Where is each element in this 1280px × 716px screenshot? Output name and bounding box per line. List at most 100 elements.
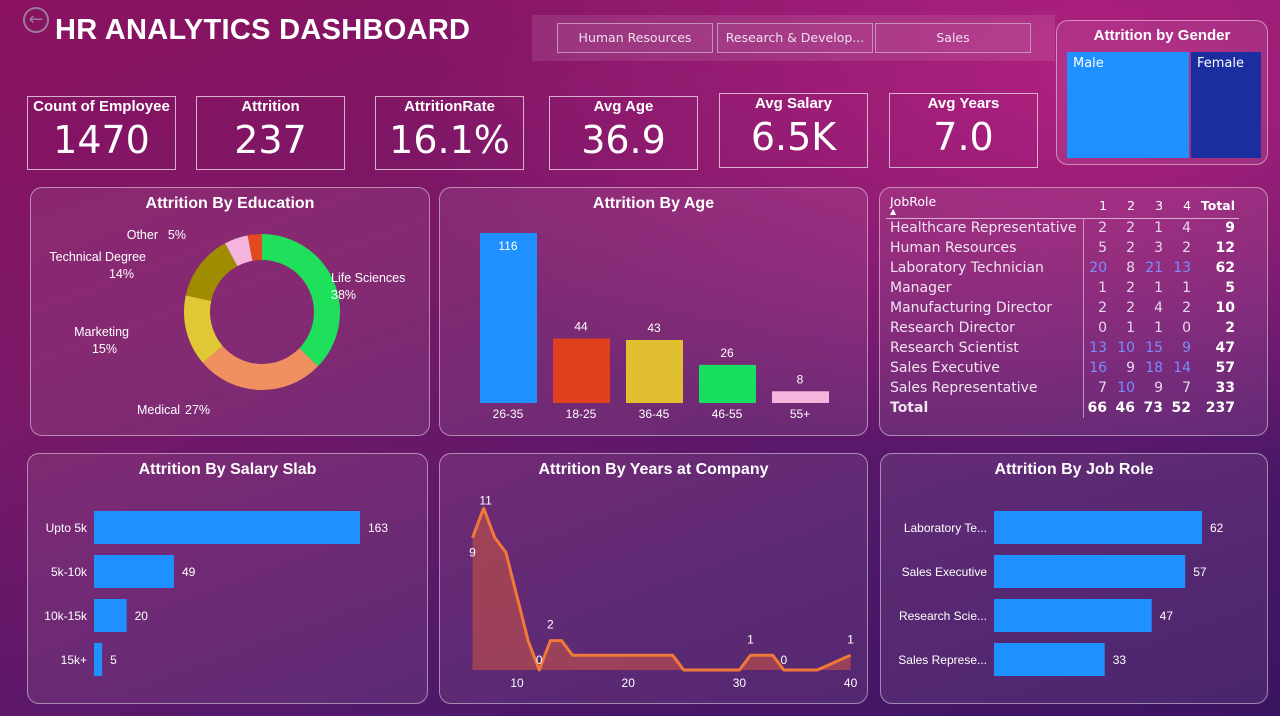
point-data-label: 0 [781, 653, 788, 667]
kpi-card: Count of Employee 1470 [27, 96, 176, 170]
row-total: 12 [1215, 240, 1236, 256]
slice-value: 38% [331, 288, 356, 302]
slice-label: Marketing [74, 325, 129, 339]
bar-data-label: 57 [1193, 565, 1207, 579]
kpi-value: 237 [234, 118, 307, 162]
back-arrow-icon[interactable]: ← [23, 7, 49, 33]
cell-value: 2 [1098, 220, 1108, 237]
cell-value: 1 [1126, 320, 1136, 336]
table-row[interactable]: Human Resources 5 2 3 2 12 [886, 238, 1239, 258]
cell-value: 7 [1098, 380, 1108, 396]
table-row[interactable]: Sales Representative 7 10 9 7 33 [886, 378, 1239, 398]
row-total: 47 [1215, 340, 1236, 356]
y-tick-label: Research Scie... [899, 609, 987, 623]
table-row[interactable]: Healthcare Representative 2 2 1 4 9 [886, 218, 1239, 238]
cell-value: 18 [1145, 360, 1164, 376]
slice-label: Life Sciences [331, 271, 405, 285]
cell-value: 0 [1098, 320, 1108, 336]
slice-label: Other [127, 228, 158, 242]
col-header-total[interactable]: Total [1195, 194, 1239, 218]
table-row[interactable]: Research Director 0 1 1 0 2 [886, 318, 1239, 338]
cell-value: 2 [1126, 220, 1136, 237]
filter-human-resources[interactable]: Human Resources [557, 23, 713, 53]
row-total: 62 [1215, 260, 1236, 276]
cell-value: 9 [1126, 360, 1136, 376]
cell-value: 20 [1089, 260, 1108, 276]
kpi-value: 7.0 [933, 115, 994, 159]
treemap-male[interactable]: Male [1067, 52, 1189, 158]
cell-value: 4 [1182, 220, 1192, 237]
cell-value: 2 [1182, 300, 1192, 316]
bar-data-label: 62 [1210, 521, 1224, 535]
table-row[interactable]: Manufacturing Director 2 2 4 2 10 [886, 298, 1239, 318]
kpi-label: Count of Employee [33, 98, 170, 115]
y-tick-label: Laboratory Te... [904, 521, 987, 535]
cell-value: 1 [1098, 280, 1108, 296]
total-cell: 52 [1171, 400, 1192, 416]
filter-research-development[interactable]: Research & Develop... [717, 23, 873, 53]
bar-data-label: 49 [182, 565, 196, 579]
cell-value: 13 [1089, 340, 1108, 356]
table-row[interactable]: Laboratory Technician 20 8 21 13 62 [886, 258, 1239, 278]
bar-data-label: 20 [135, 609, 149, 623]
bar-data-label: 116 [498, 239, 517, 253]
col-header-2[interactable]: 2 [1111, 194, 1139, 218]
col-header-4[interactable]: 4 [1167, 194, 1195, 218]
x-tick-label: 10 [510, 676, 524, 690]
kpi-card: Avg Years 7.0 [889, 93, 1038, 168]
page-title: HR ANALYTICS DASHBOARD [55, 14, 471, 46]
table-row[interactable]: Sales Executive 16 9 18 14 57 [886, 358, 1239, 378]
cell-value: 2 [1182, 240, 1192, 256]
cell-value: 3 [1154, 240, 1164, 256]
hbar [94, 643, 103, 676]
table-row[interactable]: Manager 1 2 1 1 5 [886, 278, 1239, 298]
row-jobrole: Sales Representative [886, 378, 1084, 398]
row-jobrole: Human Resources [886, 238, 1084, 258]
jobrole-bar-chart: Laboratory Te... 62 Sales Executive 57 Resea… [898, 511, 1224, 676]
kpi-value: 16.1% [389, 118, 510, 162]
bar-data-label: 8 [797, 372, 804, 386]
row-total: 10 [1215, 300, 1236, 316]
kpi-label: Avg Salary [755, 95, 832, 112]
total-cell: Total [886, 398, 1084, 418]
kpi-label: Attrition [241, 98, 300, 115]
cell-value: 16 [1089, 360, 1108, 376]
col-header-3[interactable]: 3 [1139, 194, 1167, 218]
row-jobrole: Research Director [886, 318, 1084, 338]
cell-value: 15 [1145, 340, 1164, 356]
col-header-1[interactable]: 1 [1083, 194, 1111, 218]
bar-data-label: 44 [574, 320, 588, 334]
y-tick-label: Sales Executive [902, 565, 988, 579]
hbar [994, 555, 1186, 588]
jobrole-panel: Attrition By Job Role Laboratory Te... 62… [880, 453, 1268, 704]
cell-value: 10 [1117, 340, 1136, 356]
col-header-jobrole[interactable]: JobRole ▲ [886, 194, 1083, 218]
x-tick-label: 18-25 [566, 407, 597, 421]
hbar [994, 511, 1202, 544]
bar-data-label: 163 [368, 521, 388, 535]
education-panel: Attrition By Education Life Sciences 38% M… [30, 187, 430, 436]
y-tick-label: 5k-10k [51, 565, 88, 579]
table-row[interactable]: Research Scientist 13 10 15 9 47 [886, 338, 1239, 358]
donut-slice [185, 243, 238, 301]
filter-sales[interactable]: Sales [875, 23, 1031, 53]
cell-value: 8 [1126, 260, 1136, 276]
point-data-label: 9 [469, 546, 476, 560]
row-total: 33 [1215, 380, 1236, 396]
donut-slice [262, 234, 341, 367]
salary-bar-chart: Upto 5k 163 5k-10k 49 10k-15k 20 15k+ 5 [44, 511, 388, 676]
slice-label: Technical Degree [49, 250, 146, 264]
total-cell: 73 [1143, 400, 1164, 416]
x-tick-label: 30 [733, 676, 747, 690]
donut-slice [202, 345, 318, 390]
cell-value: 1 [1154, 280, 1164, 296]
kpi-card: Avg Age 36.9 [549, 96, 698, 170]
x-tick-label: 36-45 [639, 407, 670, 421]
row-total: 57 [1215, 360, 1236, 376]
x-tick-label: 40 [844, 676, 858, 690]
age-panel: Attrition By Age 116 26-35 44 18-25 43 36-45 2… [439, 187, 868, 436]
cell-value: 2 [1126, 300, 1136, 316]
treemap-female[interactable]: Female [1191, 52, 1261, 158]
age-bar [699, 364, 756, 403]
row-jobrole: Manufacturing Director [886, 298, 1084, 318]
